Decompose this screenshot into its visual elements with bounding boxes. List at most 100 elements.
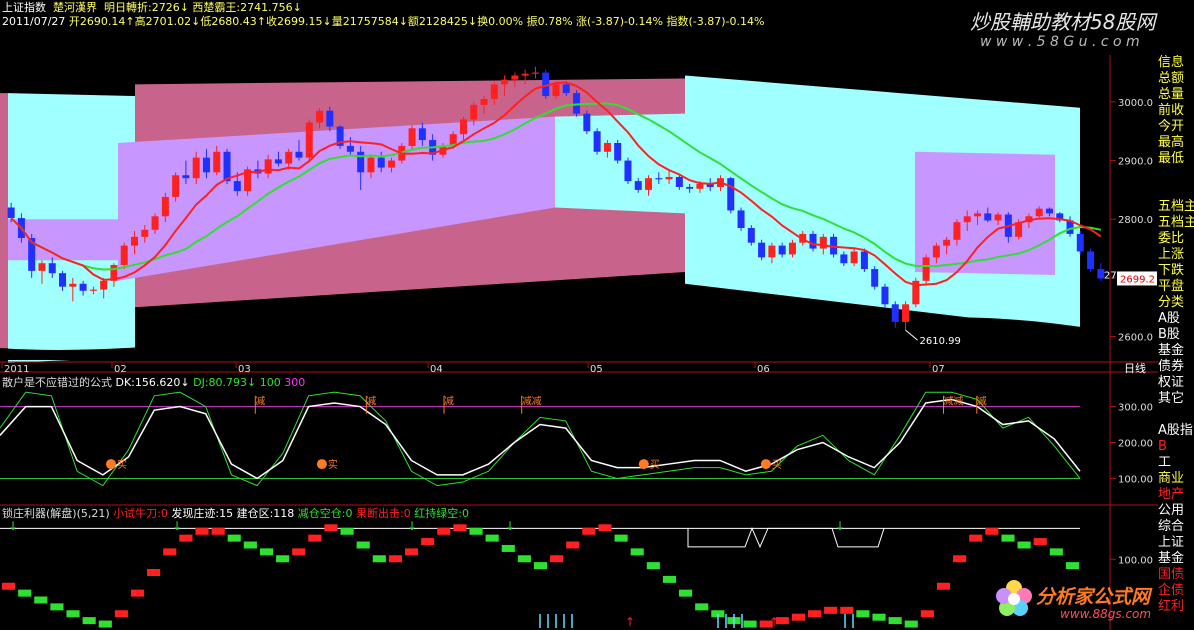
ind-green-step <box>340 527 354 535</box>
quote-panel-item[interactable]: 平盘 <box>1158 279 1194 295</box>
ind-green-step <box>662 575 677 583</box>
ind-red-step <box>791 613 805 621</box>
ind-red-step <box>2 582 16 590</box>
osc-buy-dot <box>316 459 327 470</box>
candle-body <box>182 175 190 179</box>
candle-body <box>1045 208 1053 214</box>
y-tick-label: 3000.0 <box>1118 98 1153 109</box>
quote-panel-item[interactable]: 最低 <box>1158 151 1194 167</box>
quote-panel-item[interactable] <box>1158 407 1194 423</box>
quote-panel-item[interactable]: 委比 <box>1158 231 1194 247</box>
quote-panel-item[interactable]: 五档主 <box>1158 199 1194 215</box>
candle-body <box>583 113 591 132</box>
osc-dj: DJ:80.793↓ <box>193 376 257 389</box>
osc-buy-label: 买 <box>772 459 782 471</box>
candle-body <box>778 245 786 255</box>
quote-panel-item[interactable]: 公用 <box>1158 503 1194 519</box>
ind-red-step <box>985 527 999 535</box>
candle-body <box>357 151 365 173</box>
y-tick-label: 2800.0 <box>1118 215 1153 226</box>
quote-panel-item[interactable] <box>1158 183 1194 199</box>
candle-body <box>511 75 519 80</box>
quote-panel-item[interactable]: 其它 <box>1158 391 1194 407</box>
osc-sell-label: 减减 <box>944 396 964 408</box>
quote-panel-item[interactable]: A股 <box>1158 311 1194 327</box>
quote-panel: 信息 总额 总量 前收 今开 最高 最低 五档主 五档主 委比 上涨 下跌 平盘 分类 A股 B股 基金 债券 权证… <box>1158 55 1194 615</box>
ind-red-step <box>292 548 306 556</box>
ind-green-step <box>50 603 64 611</box>
quote-panel-item[interactable]: 上涨 <box>1158 247 1194 263</box>
quote-panel-item[interactable]: 权证 <box>1158 375 1194 391</box>
candle-body <box>531 72 539 74</box>
quote-panel-item[interactable]: 下跌 <box>1158 263 1194 279</box>
quote-panel-item[interactable] <box>1158 167 1194 183</box>
osc-y-label: 300.00 <box>1118 403 1153 414</box>
candle-body <box>233 181 241 192</box>
quote-panel-item[interactable]: B股 <box>1158 327 1194 343</box>
candle-body <box>963 216 971 223</box>
quote-panel-item[interactable]: 前收 <box>1158 103 1194 119</box>
candle-body <box>737 210 745 229</box>
ind-red-step <box>969 534 983 542</box>
quote-panel-item[interactable]: 债券 <box>1158 359 1194 375</box>
candle-body <box>100 280 108 290</box>
ind-down-arrow: ↓ <box>8 519 18 533</box>
y-tick-label: 2600.0 <box>1118 333 1153 344</box>
quote-panel-item[interactable]: 商业 <box>1158 471 1194 487</box>
quote-panel-item[interactable]: 最高 <box>1158 135 1194 151</box>
x-tick-label: 07 <box>932 364 945 375</box>
candle-body <box>973 213 981 217</box>
quote-panel-item[interactable]: 国债 <box>1158 567 1194 583</box>
ind-down-arrow: ↓ <box>172 519 182 533</box>
quote-panel-item[interactable]: 五档主 <box>1158 215 1194 231</box>
x-tick-label: 02 <box>114 364 127 375</box>
quote-panel-item[interactable]: 上证 <box>1158 535 1194 551</box>
candle-body <box>346 145 354 152</box>
candle-body <box>459 119 467 135</box>
quote-line: 2011/07/27 开2690.14↑高2701.02↓低2680.43↑收2… <box>2 16 764 28</box>
candle-body <box>161 196 169 217</box>
candle-body <box>141 229 149 237</box>
ind-red-step <box>114 610 128 618</box>
ind-red-step <box>421 538 435 546</box>
ind-green-step <box>872 613 886 621</box>
ind-up-arrow: ↑ <box>625 615 635 629</box>
quote-panel-item[interactable]: 今开 <box>1158 119 1194 135</box>
candle-body <box>665 177 673 180</box>
period-label: 日线 <box>1124 361 1146 375</box>
quote-panel-item[interactable]: 总量 <box>1158 87 1194 103</box>
ind-red-step <box>598 524 612 532</box>
quote-panel-item[interactable]: 企债 <box>1158 583 1194 599</box>
watermark-title: 炒股輔助教材58股网 <box>970 10 1156 34</box>
marker-27: 27 <box>1104 270 1117 281</box>
quote-panel-item[interactable]: 信息 <box>1158 55 1194 71</box>
quote-panel-item[interactable]: B <box>1158 439 1194 455</box>
quote-panel-item[interactable]: 地产 <box>1158 487 1194 503</box>
ind-red-step <box>936 582 951 590</box>
quote-panel-item[interactable]: 红利 <box>1158 599 1194 615</box>
quote-panel-item[interactable]: 工 <box>1158 455 1194 471</box>
index-name: 上证指数 <box>2 1 46 14</box>
ind-green-step <box>98 620 112 628</box>
candle-body <box>994 214 1002 221</box>
quote-panel-item[interactable]: 综合 <box>1158 519 1194 535</box>
x-tick-label: 03 <box>238 364 251 375</box>
last-price-label: 2699.2 <box>1120 274 1155 285</box>
ind-green-step <box>517 555 531 563</box>
ind-red-step <box>582 527 596 535</box>
quote-panel-item[interactable]: 基金 <box>1158 551 1194 567</box>
quote-panel-item[interactable]: 分类 <box>1158 295 1194 311</box>
ind-green-step <box>533 562 548 570</box>
quote-panel-item[interactable]: A股指 <box>1158 423 1194 439</box>
quote-panel-item[interactable]: 总额 <box>1158 71 1194 87</box>
candle-body <box>326 110 334 127</box>
candle-body <box>675 177 683 187</box>
ind-title: 锁庄利器(解盘)(5,21) 小试牛刀:0 发现庄迹:15 建仓区:118 减仓… <box>2 508 469 520</box>
quote-panel-item[interactable]: 基金 <box>1158 343 1194 359</box>
ind-green-step <box>66 610 80 618</box>
ind-step-line <box>687 526 885 549</box>
candle-body <box>264 159 272 174</box>
candle-body <box>316 110 324 123</box>
osc-buy-dot <box>638 459 649 470</box>
low-annotation: 2610.99 <box>920 336 961 347</box>
